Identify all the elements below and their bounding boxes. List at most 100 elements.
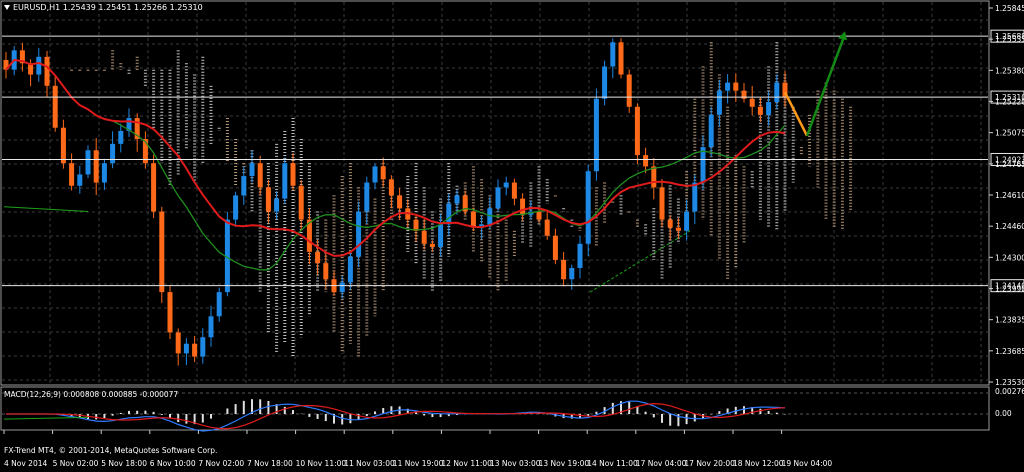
candle-body xyxy=(44,56,50,86)
candle-body xyxy=(602,66,608,99)
time-tick-label: 5 Nov 02:00 xyxy=(53,459,99,468)
time-tick-label: 17 Nov 20:00 xyxy=(684,459,735,468)
candle-body xyxy=(323,263,329,280)
chevron-down-icon[interactable] xyxy=(4,5,10,10)
candle-body xyxy=(593,98,599,172)
candle-body xyxy=(192,343,198,357)
candle-body xyxy=(36,56,42,75)
price-axis: 1.256881.253101.249231.241401.258451.255… xyxy=(989,4,1024,387)
candle-body xyxy=(159,211,165,293)
candle-body xyxy=(397,195,403,209)
moving-averages xyxy=(5,58,786,271)
candle-body xyxy=(356,211,362,257)
candle-body xyxy=(438,224,444,247)
macd-header: MACD(12,26,9) 0.000808 0.000885 -0.00007… xyxy=(4,390,179,399)
time-tick-label: 11 Nov 03:00 xyxy=(344,459,395,468)
candle-body xyxy=(503,182,509,188)
time-tick-label: 19 Nov 04:00 xyxy=(782,459,833,468)
candle-body xyxy=(766,101,772,115)
candle-body xyxy=(716,90,722,115)
candle-body xyxy=(151,163,157,212)
candle-body xyxy=(167,292,173,333)
price-tick-label: 1.23835 xyxy=(995,316,1024,325)
price-tick-label: 1.23990 xyxy=(995,285,1024,294)
candle-body xyxy=(708,114,714,148)
candle-body xyxy=(470,211,476,228)
candle-body xyxy=(208,316,214,338)
time-tick-label: 18 Nov 12:00 xyxy=(733,459,784,468)
candle-body xyxy=(544,219,550,236)
candle-body xyxy=(257,163,263,188)
candle-body xyxy=(429,243,435,247)
candle-body xyxy=(274,198,280,212)
candle-body xyxy=(446,203,452,225)
time-tick-label: 5 Nov 18:00 xyxy=(101,459,147,468)
price-tick-label: 1.25075 xyxy=(995,129,1024,138)
candle-body xyxy=(290,163,296,186)
candle-body xyxy=(454,195,460,204)
chart-header: EURUSD,H1 1.25439 1.25451 1.25266 1.2531… xyxy=(4,3,203,12)
orange-projection-line xyxy=(783,91,809,137)
price-tick-label: 1.25380 xyxy=(995,66,1024,75)
candle-body xyxy=(618,42,624,75)
candle-body xyxy=(118,130,124,144)
price-tick-label: 1.24765 xyxy=(995,160,1024,169)
candle-body xyxy=(69,163,75,186)
price-tick-label: 1.25220 xyxy=(995,98,1024,107)
horizontal-levels xyxy=(2,35,988,287)
candle-body xyxy=(675,227,681,231)
candle-body xyxy=(175,332,181,354)
candle-body xyxy=(667,219,673,228)
symbol-info: EURUSD,H1 1.25439 1.25451 1.25266 1.2531… xyxy=(13,3,203,12)
candle-body xyxy=(511,182,517,199)
price-tick-label: 1.24300 xyxy=(995,253,1024,262)
time-tick-label: 4 Nov 2014 xyxy=(4,459,47,468)
candle-body xyxy=(692,182,698,212)
time-tick-label: 11 Nov 19:00 xyxy=(393,459,444,468)
candle-body xyxy=(101,163,107,183)
copyright-text: FX-Trend MT4, © 2001-2014, MetaQuotes So… xyxy=(4,446,218,455)
candle-body xyxy=(110,143,116,164)
time-tick-label: 12 Nov 11:00 xyxy=(441,459,492,468)
candle-body xyxy=(643,155,649,167)
candle-body xyxy=(282,163,288,199)
candle-body xyxy=(561,259,567,280)
candle-body xyxy=(372,166,378,183)
macd-signal-line xyxy=(6,402,786,430)
time-tick-label: 13 Nov 19:00 xyxy=(539,459,590,468)
candle-body xyxy=(216,292,222,317)
candle-body xyxy=(388,179,394,196)
price-tick-label: 1.25845 xyxy=(995,4,1024,13)
candle-body xyxy=(298,185,304,220)
price-tick-label: 1.25535 xyxy=(995,35,1024,44)
candle-body xyxy=(265,187,271,212)
support-trendline xyxy=(589,230,691,293)
candle-body xyxy=(634,106,640,156)
candle-body xyxy=(626,74,632,107)
candle-body xyxy=(200,337,206,357)
chart-window[interactable]: 1.25688 1.25310 1.24923 1.24140 1.25845 1.255… xyxy=(0,0,1024,469)
candle-body xyxy=(495,187,501,209)
price-tick-label: 1.23685 xyxy=(995,347,1024,356)
time-tick-label: 10 Nov 11:00 xyxy=(296,459,347,468)
candle-body xyxy=(233,195,239,220)
candle-body xyxy=(315,251,321,264)
price-tick-label: 1.24460 xyxy=(995,222,1024,231)
macd-axis-label: 0.00276 xyxy=(995,387,1024,396)
candle-body xyxy=(85,150,91,175)
main-chart-frame xyxy=(0,0,990,386)
candle-body xyxy=(651,166,657,188)
candle-body xyxy=(380,166,386,180)
candle-body xyxy=(774,82,780,102)
chart-grid xyxy=(2,2,988,384)
candle-body xyxy=(241,176,247,196)
candle-body xyxy=(577,243,583,268)
macd-trendline xyxy=(3,416,89,420)
candle-body xyxy=(183,343,189,354)
macd-axis: 0.00276 0.00 xyxy=(995,387,1024,418)
candle-body xyxy=(364,182,370,212)
time-tick-label: 7 Nov 02:00 xyxy=(198,459,244,468)
candle-body xyxy=(60,127,66,164)
time-tick-label: 14 Nov 11:00 xyxy=(587,459,638,468)
time-tick-label: 13 Nov 03:00 xyxy=(490,459,541,468)
